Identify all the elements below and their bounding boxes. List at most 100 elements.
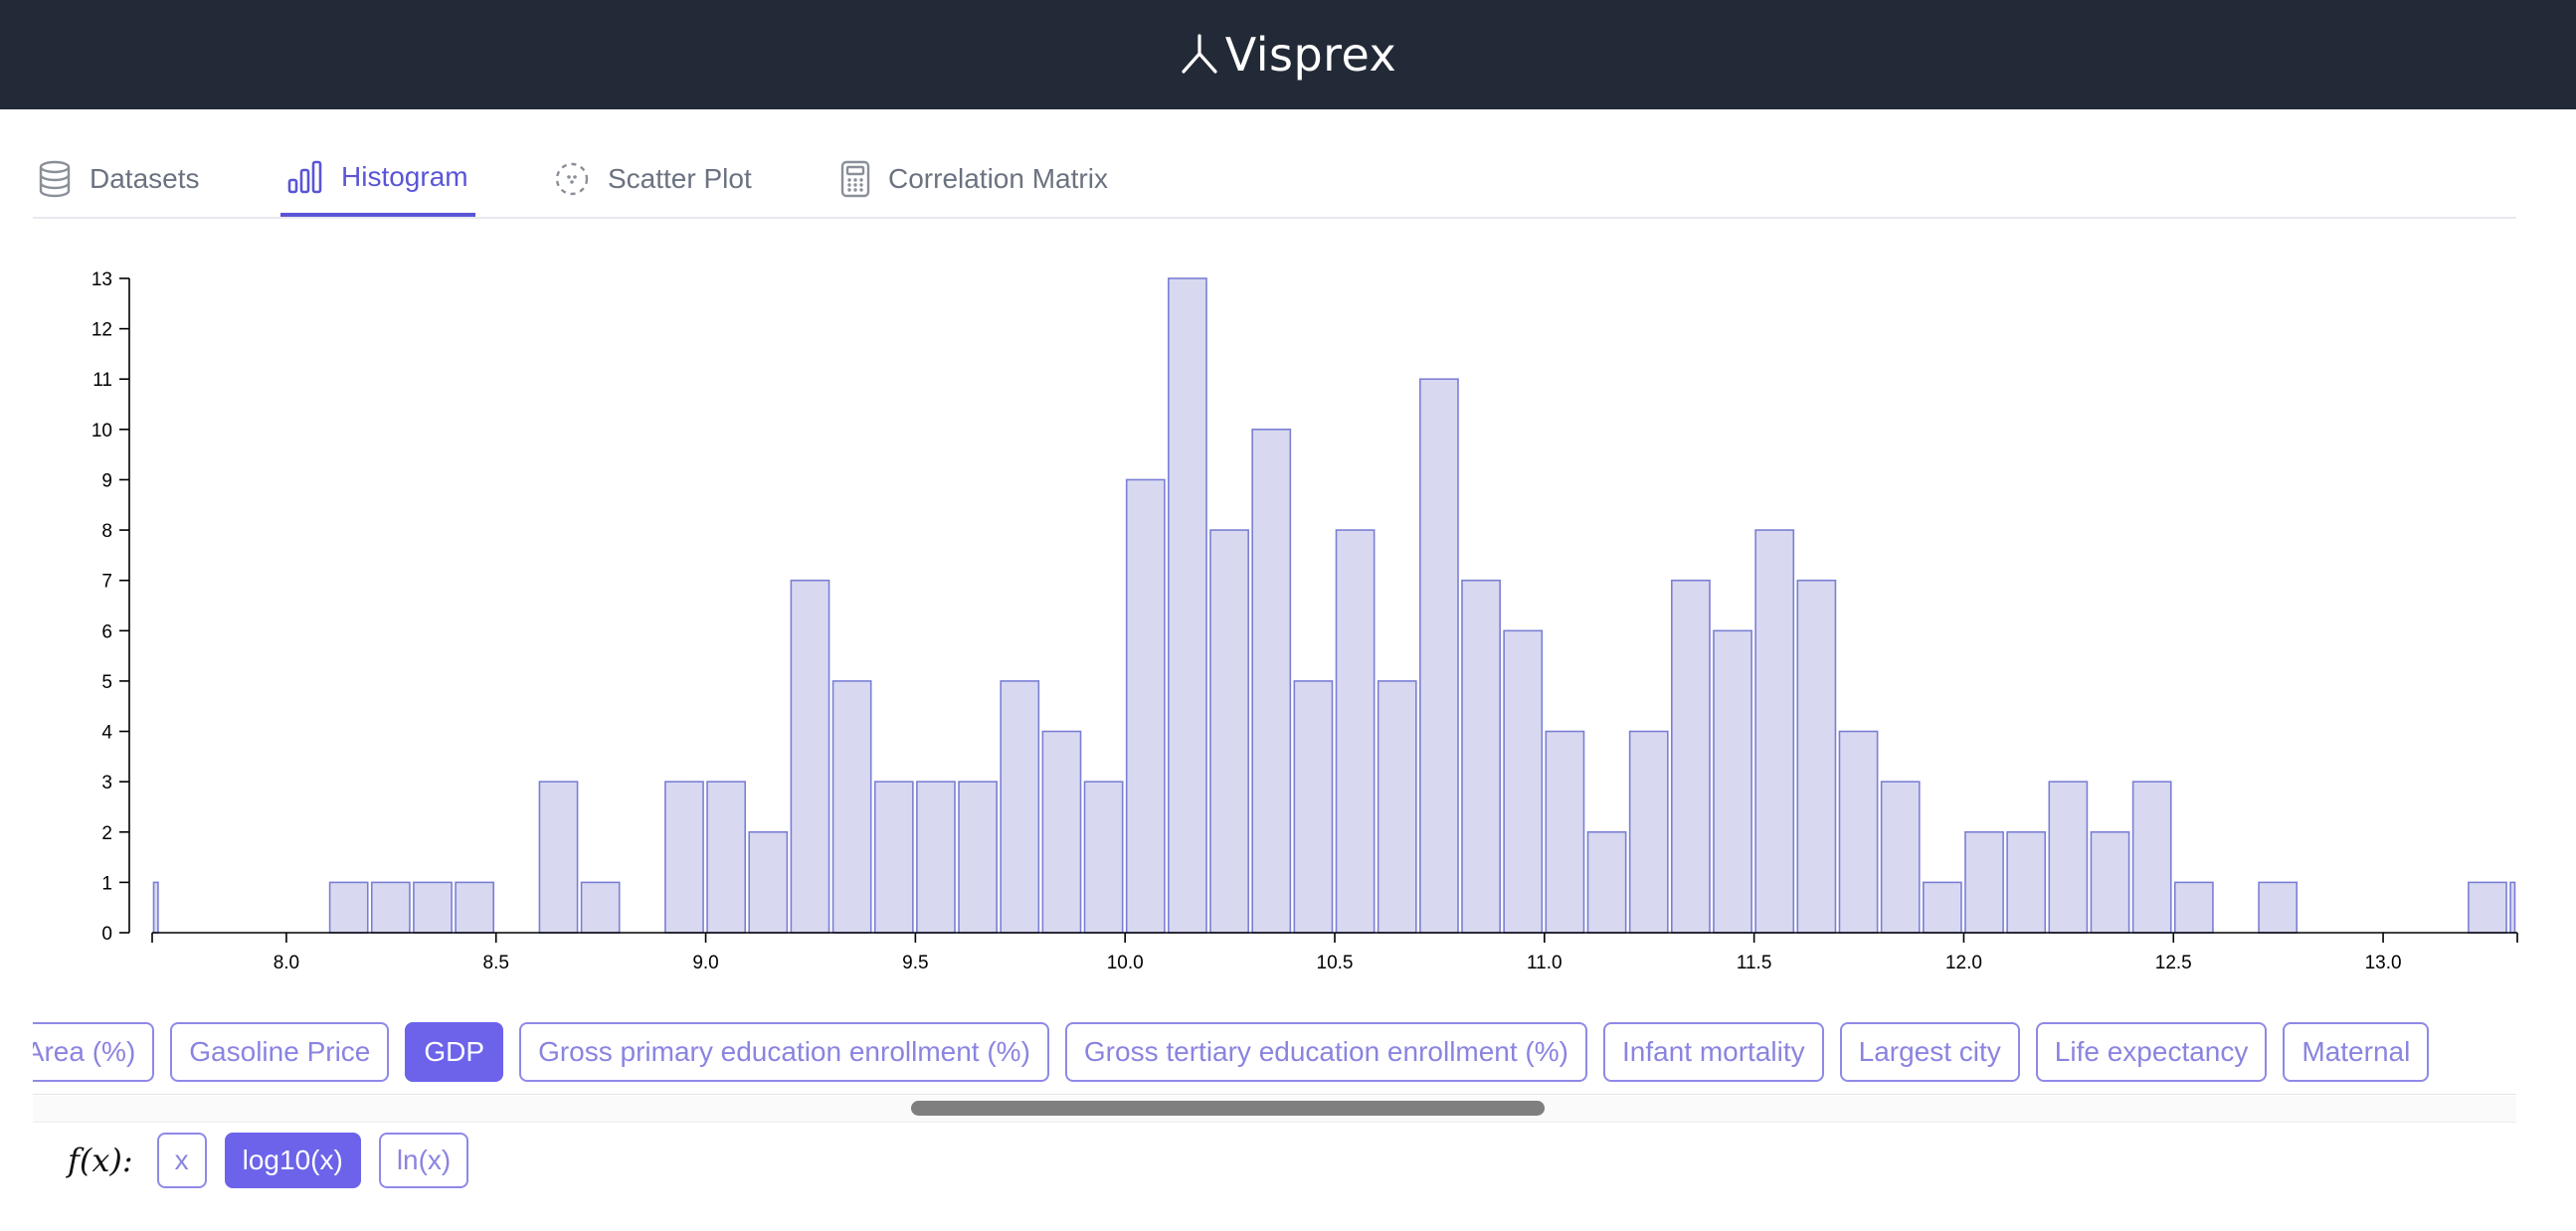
variable-chip[interactable]: GDP [405,1022,504,1082]
transform-selector: f(x): x log10(x) ln(x) [68,1132,469,1189]
histogram-bar [1209,529,1249,934]
x-tick-label: 10.5 [1317,953,1354,973]
histogram-bar [1419,378,1459,934]
y-tick-label: 9 [101,470,112,491]
transform-options: x log10(x) ln(x) [156,1133,469,1188]
variable-chip[interactable]: Infant mortality [1602,1022,1824,1082]
histogram-bar [580,881,621,934]
histogram-bar [2258,881,2299,934]
y-tick-label: 8 [101,521,112,542]
histogram-bar [1628,730,1669,934]
histogram-bar [1461,579,1501,934]
y-tick-label: 13 [92,269,112,290]
tab-datasets[interactable]: Datasets [38,141,200,217]
histogram-bar [873,781,914,934]
y-tick-label: 3 [101,773,112,793]
x-tick-label: 9.5 [902,953,928,973]
histogram-bar [1000,680,1040,934]
bar-chart-icon [287,160,322,194]
x-tick-label: 12.5 [2155,953,2192,973]
scrollbar-thumb[interactable] [911,1101,1545,1116]
brand: Visprex [1180,28,1397,82]
y-tick-label: 0 [101,924,112,945]
histogram-bar [1293,680,1334,934]
histogram-bar [790,579,830,934]
database-icon [39,160,71,198]
histogram-bar [2131,781,2172,934]
y-tick-label: 4 [101,723,112,744]
y-tick-label: 2 [101,823,112,844]
visprex-logo-icon [1182,34,1217,74]
x-tick-label: 8.5 [483,953,509,973]
calculator-icon [840,160,870,198]
variable-chip[interactable]: d Area (%) [33,1022,155,1082]
tab-label: Histogram [341,161,468,192]
app-header: Visprex [0,0,2576,109]
histogram-bar [2173,881,2214,934]
x-tick-label: 11.0 [1527,953,1563,973]
variable-chip[interactable]: Gasoline Price [170,1022,390,1082]
x-tick-label: 8.0 [274,953,299,973]
histogram-bar [1251,429,1292,934]
histogram-bar [1838,730,1879,934]
histogram-bar [664,781,704,934]
x-tick-label: 11.5 [1737,953,1772,973]
app-title: Visprex [1224,28,1397,82]
x-tick-label: 13.0 [2365,953,2402,973]
histogram-bar [1586,830,1627,934]
histogram-bar [2048,781,2089,934]
transform-option[interactable]: ln(x) [378,1133,469,1188]
histogram-bar [1880,781,1921,934]
scatter-icon [555,162,589,196]
histogram-bar [1377,680,1417,934]
x-tick-label: 9.0 [692,953,718,973]
y-tick-label: 1 [101,873,112,894]
histogram-bar [328,881,369,934]
variable-chip[interactable]: Life expectancy [2035,1022,2268,1082]
tab-label: Scatter Plot [608,163,752,194]
histogram-bar [1796,579,1837,934]
histogram-bar [152,881,159,934]
x-tick-label: 12.0 [1945,953,1982,973]
histogram-bar [413,881,453,934]
variable-chip[interactable]: Gross tertiary education enrollment (%) [1064,1022,1587,1082]
histogram-chart: 8.0 8.5 9.0 9.5 10.0 10.5 11.0 11.5 12.0 12.5 13.0… [0,229,2576,984]
histogram-svg: 8.0 8.5 9.0 9.5 10.0 10.5 11.0 11.5 12.0 12.5 13.0… [92,269,2518,973]
transform-option[interactable]: log10(x) [224,1133,361,1188]
y-tick-label: 11 [92,370,112,391]
histogram-bar [1713,629,1752,934]
histogram-bar [916,781,956,934]
variable-selector[interactable]: d Area (%)Gasoline PriceGDPGross primary… [33,1012,2516,1095]
variable-chip[interactable]: Gross primary education enrollment (%) [519,1022,1049,1082]
tab-histogram[interactable]: Histogram [280,141,475,217]
variable-chip-list: d Area (%)Gasoline PriceGDPGross primary… [33,1022,2430,1082]
histogram-bar [1503,629,1544,934]
histogram-bar [706,781,747,934]
variable-chip[interactable]: Largest city [1839,1022,2020,1082]
histogram-bar [1964,830,2004,934]
y-tick-label: 5 [101,672,112,693]
histogram-bar [748,830,789,934]
main-tabs: Datasets Histogram Scatter Plot Correlat… [33,141,2516,219]
transform-option[interactable]: x [156,1133,207,1188]
tab-label: Datasets [90,163,200,194]
histogram-bar [2509,881,2516,934]
histogram-bar [1041,730,1082,934]
tab-correlation-matrix[interactable]: Correlation Matrix [840,141,1108,217]
horizontal-scrollbar[interactable] [33,1096,2516,1123]
histogram-bar [1754,529,1795,934]
x-tick-label: 10.0 [1107,953,1144,973]
y-tick-label: 6 [101,621,112,642]
histogram-bar [1083,781,1124,934]
histogram-bar [1671,579,1711,934]
histogram-bar [1922,881,1962,934]
y-tick-label: 12 [92,320,112,341]
tab-label: Correlation Matrix [888,163,1108,194]
variable-chip[interactable]: Maternal [2283,1022,2430,1082]
transform-label: f(x): [68,1142,133,1179]
histogram-bar [958,781,998,934]
tab-scatter-plot[interactable]: Scatter Plot [554,141,752,217]
histogram-bar [1125,478,1166,934]
histogram-bar [2006,830,2047,934]
histogram-bar [831,680,872,934]
